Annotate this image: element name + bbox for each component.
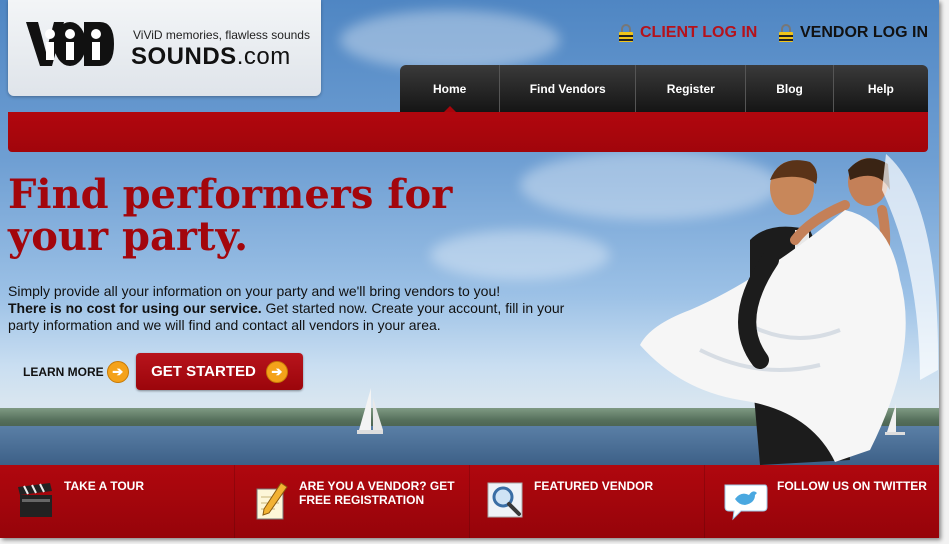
featured-vendor-label: FEATURED VENDOR: [534, 479, 654, 493]
learn-more-link[interactable]: LEARN MORE ➔: [23, 361, 129, 383]
sailboat-image: [357, 388, 383, 434]
learn-more-label: LEARN MORE: [23, 365, 104, 379]
client-login-link[interactable]: CLIENT LOG IN: [618, 24, 757, 42]
logo-name: SOUNDS.com: [131, 43, 291, 71]
logo[interactable]: ViViD memories, flawless sounds SOUNDS.c…: [8, 0, 321, 96]
main-nav: Home Find Vendors Register Blog Help: [400, 65, 928, 113]
feature-bar: TAKE A TOUR ARE YOU A VENDOR? GET FREE R…: [0, 465, 939, 538]
nav-item-help[interactable]: Help: [834, 65, 928, 112]
nav-item-home[interactable]: Home: [400, 65, 501, 113]
wedding-couple-photo: [640, 154, 939, 465]
cloud: [340, 10, 560, 70]
vendor-registration-label: ARE YOU A VENDOR? GET FREE REGISTRATION: [299, 479, 455, 507]
logo-tagline: ViViD memories, flawless sounds: [133, 28, 310, 42]
clapperboard-icon: [18, 483, 52, 517]
vivid-logo-mark-icon: [26, 22, 114, 66]
hero-text-bold: There is no cost for using our service.: [8, 300, 262, 316]
hero-description: Simply provide all your information on y…: [8, 283, 578, 334]
take-a-tour-label: TAKE A TOUR: [64, 479, 144, 493]
nav-item-find-vendors[interactable]: Find Vendors: [500, 65, 637, 112]
twitter-bird-icon: [724, 484, 768, 521]
logo-name-suffix: .com: [236, 43, 291, 70]
take-a-tour-link[interactable]: TAKE A TOUR: [0, 465, 235, 538]
notepad-pencil-icon: [256, 482, 288, 520]
page: ViViD memories, flawless sounds SOUNDS.c…: [0, 0, 939, 538]
nav-subbar: [8, 112, 928, 152]
get-started-button[interactable]: GET STARTED ➔: [136, 353, 303, 390]
hero-headline: Find performers for your party.: [8, 171, 453, 260]
vendor-login-link[interactable]: VENDOR LOG IN: [778, 24, 928, 42]
nav-item-blog[interactable]: Blog: [746, 65, 834, 112]
logo-name-bold: SOUNDS: [131, 43, 237, 70]
nav-item-register[interactable]: Register: [636, 65, 747, 112]
client-login-label: CLIENT LOG IN: [640, 24, 758, 41]
twitter-label: FOLLOW US ON TWITTER: [777, 479, 927, 493]
vendor-login-label: VENDOR LOG IN: [800, 24, 929, 41]
lock-icon: [779, 24, 793, 42]
lock-icon: [619, 24, 633, 42]
get-started-label: GET STARTED: [151, 363, 256, 380]
magnifier-icon: [487, 482, 523, 518]
arrow-right-icon: ➔: [106, 361, 129, 383]
hero-text-line1: Simply provide all your information on y…: [8, 283, 501, 299]
twitter-link[interactable]: FOLLOW US ON TWITTER: [705, 465, 939, 538]
vendor-registration-link[interactable]: ARE YOU A VENDOR? GET FREE REGISTRATION: [235, 465, 470, 538]
featured-vendor-link[interactable]: FEATURED VENDOR: [470, 465, 705, 538]
arrow-right-icon: ➔: [265, 360, 288, 383]
